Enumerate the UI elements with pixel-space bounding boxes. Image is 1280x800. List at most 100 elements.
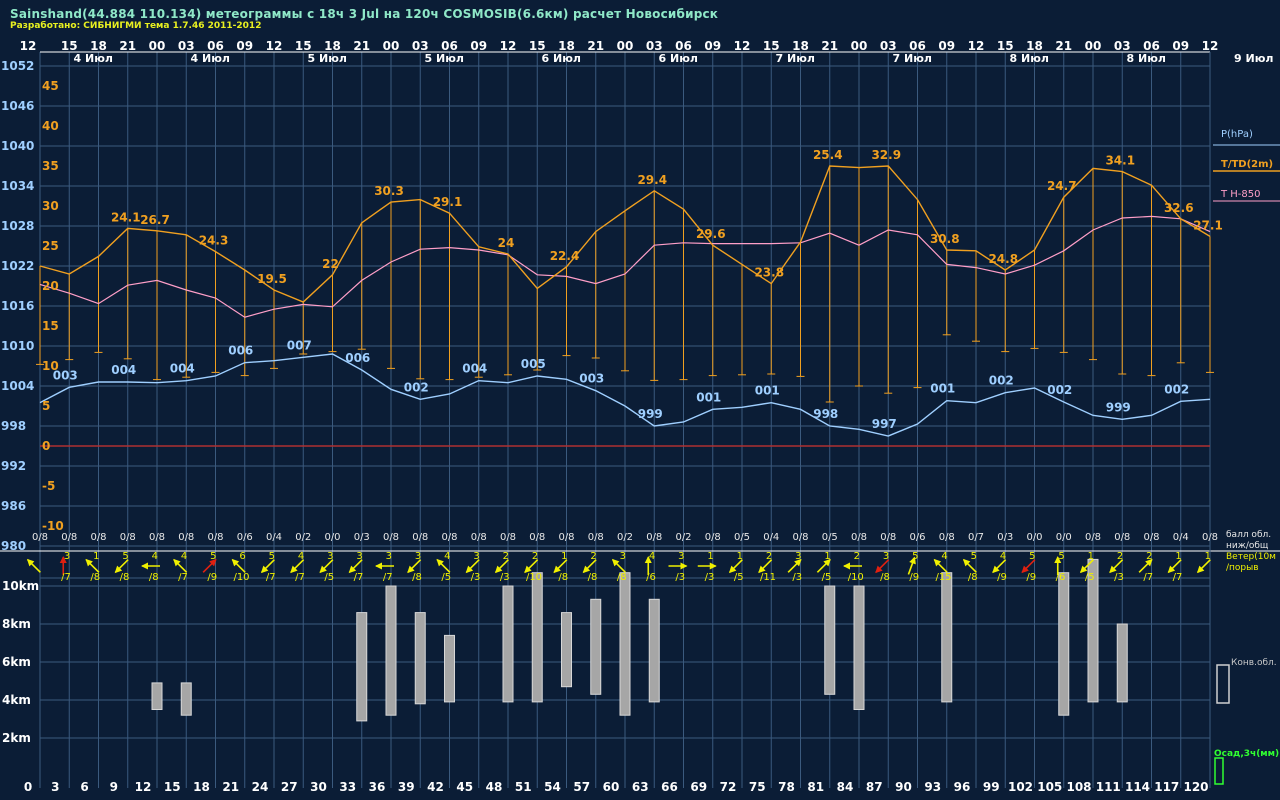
temp-tick: -5 xyxy=(42,479,55,493)
temp-data-label: 29.1 xyxy=(433,195,463,209)
cloud-bar xyxy=(1058,572,1070,716)
temp-data-label: 30.3 xyxy=(374,184,404,198)
height-tick: 2km xyxy=(2,731,31,745)
forecast-hour-tick: 81 xyxy=(807,780,824,794)
forecast-hour-tick: 42 xyxy=(427,780,444,794)
cloud-bar xyxy=(531,572,543,703)
cloud-cover-value: 0/6 xyxy=(909,532,925,543)
hour-label: 03 xyxy=(412,39,429,53)
hour-label: 12 xyxy=(968,39,985,53)
pressure-data-label: 002 xyxy=(989,374,1014,388)
cloud-cover-value: 0/0 xyxy=(324,532,340,543)
forecast-hour-tick: 102 xyxy=(1008,780,1033,794)
temp-tick: 5 xyxy=(42,399,50,413)
cloud-cover-value: 0/8 xyxy=(792,532,808,543)
wind-gust-value: /6 xyxy=(646,572,656,583)
cloud-cover-value: 0/8 xyxy=(149,532,165,543)
temp-data-label: 22.4 xyxy=(550,249,580,263)
temp-tick: 30 xyxy=(42,199,59,213)
pressure-data-label: 001 xyxy=(696,390,721,404)
hour-label: 03 xyxy=(178,39,195,53)
wind-gust-value: /7 xyxy=(354,572,364,583)
forecast-hour-tick: 69 xyxy=(690,780,707,794)
temp-tick: 40 xyxy=(42,119,59,133)
pressure-tick: 1052 xyxy=(1,59,34,73)
wind-speed-value: 4 xyxy=(152,551,158,562)
cloud-cover-value: 0/8 xyxy=(1114,532,1130,543)
pressure-data-label: 001 xyxy=(930,382,955,396)
wind-speed-value: 3 xyxy=(356,551,362,562)
forecast-hour-tick: 21 xyxy=(222,780,239,794)
day-label: 7 Июл xyxy=(893,52,932,65)
cloud-cover-value: 0/8 xyxy=(471,532,487,543)
temp-data-label: 24.1 xyxy=(111,210,141,224)
wind-gust-value: /7 xyxy=(178,572,188,583)
wind-speed-value: 2 xyxy=(766,551,772,562)
cloud-cover-value: 0/8 xyxy=(32,532,48,543)
cloud-cover-value: 0/8 xyxy=(1143,532,1159,543)
cloud-cover-value: 0/6 xyxy=(237,532,253,543)
hour-label: 15 xyxy=(295,39,312,53)
precip-label: Осад,3ч(мм) xyxy=(1214,749,1279,759)
wind-gust-value: /5 xyxy=(324,572,334,583)
hour-label: 21 xyxy=(587,39,604,53)
wind-gust-value: /7 xyxy=(295,572,305,583)
cloud-bar xyxy=(502,585,514,703)
cloud-cover-value: 0/0 xyxy=(1026,532,1042,543)
wind-speed-value: 3 xyxy=(473,551,479,562)
pressure-data-label: 001 xyxy=(755,384,780,398)
pressure-data-label: 006 xyxy=(345,351,370,365)
hour-label: 03 xyxy=(646,39,663,53)
pressure-tick: 986 xyxy=(1,499,26,513)
wind-gust-value: /9 xyxy=(1026,572,1036,583)
forecast-hour-tick: 87 xyxy=(866,780,883,794)
forecast-hour-tick: 33 xyxy=(339,780,356,794)
forecast-hour-tick: 72 xyxy=(720,780,737,794)
wind-speed-value: 4 xyxy=(1000,551,1006,562)
temp-data-label: 24.3 xyxy=(199,234,229,248)
pressure-tick: 998 xyxy=(1,419,26,433)
wind-speed-value: 3 xyxy=(415,551,421,562)
wind-speed-value: 4 xyxy=(298,551,304,562)
cloud-cover-value: 0/8 xyxy=(383,532,399,543)
forecast-hour-tick: 120 xyxy=(1183,780,1208,794)
temp-data-label: 24 xyxy=(498,236,515,250)
cloud-bar xyxy=(824,585,836,695)
wind-gust-value: /10 xyxy=(526,572,542,583)
pressure-tick: 1016 xyxy=(1,299,34,313)
forecast-hour-tick: 75 xyxy=(749,780,766,794)
pressure-data-label: 002 xyxy=(1047,383,1072,397)
wind-arrow xyxy=(668,562,688,570)
hour-label: 06 xyxy=(207,39,224,53)
forecast-hour-tick: 30 xyxy=(310,780,327,794)
hour-label: 00 xyxy=(149,39,166,53)
wind-speed-value: 5 xyxy=(1029,551,1035,562)
hour-label: 18 xyxy=(90,39,107,53)
pressure-data-label: 006 xyxy=(228,344,253,358)
conv-cloud-label: Конв.обл. xyxy=(1231,658,1277,668)
forecast-hour-tick: 63 xyxy=(632,780,649,794)
wind-gust-value: /9 xyxy=(207,572,217,583)
wind-speed-value: 1 xyxy=(1175,551,1181,562)
forecast-hour-tick: 12 xyxy=(135,780,152,794)
height-tick: 8km xyxy=(2,617,31,631)
wind-label-2: /порыв xyxy=(1226,563,1259,573)
hour-label: 12 xyxy=(20,39,37,53)
temp-data-label: 30.8 xyxy=(930,232,960,246)
wind-gust-value: /8 xyxy=(149,572,159,583)
forecast-hour-tick: 36 xyxy=(369,780,386,794)
day-label: 5 Июл xyxy=(308,52,347,65)
cloud-cover-value: 0/8 xyxy=(558,532,574,543)
wind-speed-value: 2 xyxy=(532,551,538,562)
wind-gust-value: /9 xyxy=(997,572,1007,583)
pressure-data-label: 997 xyxy=(872,417,897,431)
cloud-cover-value: 0/8 xyxy=(646,532,662,543)
temp-data-label: 23.8 xyxy=(754,266,784,280)
cloud-bar xyxy=(1116,623,1128,703)
hour-label: 12 xyxy=(734,39,751,53)
hour-label: 21 xyxy=(1055,39,1072,53)
day-label: 4 Июл xyxy=(191,52,230,65)
wind-speed-value: 4 xyxy=(444,551,450,562)
pressure-data-label: 998 xyxy=(813,407,838,421)
hour-label: 18 xyxy=(324,39,341,53)
